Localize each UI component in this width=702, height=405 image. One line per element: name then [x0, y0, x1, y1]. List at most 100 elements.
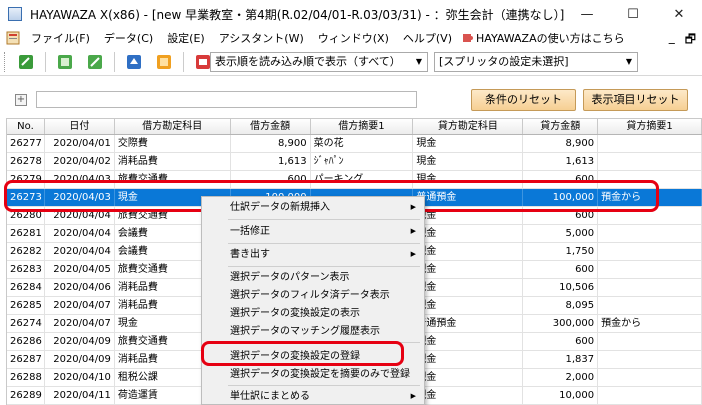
cell-debit-account: 消耗品費: [115, 153, 231, 170]
filter-input[interactable]: [36, 91, 417, 108]
cell-debit-summary: ｼﾞｬﾊﾟﾝ: [311, 153, 414, 170]
toolbar-grip: [4, 51, 7, 72]
upload-icon: [127, 54, 141, 69]
cell-credit-amount: 8,900: [523, 135, 599, 152]
ctx-filtered-view[interactable]: 選択データのフィルタ済データ表示: [202, 287, 424, 304]
menu-assistant[interactable]: アシスタント(W): [212, 30, 311, 46]
cell-credit-account: 現金: [413, 153, 524, 170]
highlight-register-conversion: [201, 341, 404, 366]
toolbar-button-upload[interactable]: [123, 51, 145, 73]
cell-credit-amount: 5,000: [523, 225, 599, 242]
cell-date: 2020/04/06: [45, 279, 115, 296]
cell-credit-amount: 1,613: [523, 153, 599, 170]
cell-no: 26278: [7, 153, 45, 170]
edit-icon: [88, 54, 102, 69]
cell-credit-summary: [598, 333, 702, 350]
close-button[interactable]: ✕: [656, 0, 702, 28]
cell-credit-amount: 300,000: [523, 315, 599, 332]
cell-no: 26286: [7, 333, 45, 350]
minimize-button[interactable]: —: [564, 0, 610, 28]
chevron-down-icon: ▼: [415, 57, 422, 66]
cell-debit-amount: 1,613: [231, 153, 311, 170]
reset-conditions-button[interactable]: 条件のリセット: [471, 89, 576, 111]
header-credit-summary[interactable]: 貸方摘要1: [598, 119, 702, 134]
cell-credit-account: 現金: [413, 351, 524, 368]
cell-date: 2020/04/01: [45, 135, 115, 152]
menu-howto[interactable]: HAYAWAZAの使い方はこちら: [473, 30, 632, 46]
splitter-value: [スプリッタの設定未選択]: [439, 55, 569, 68]
cell-credit-account: 現金: [413, 279, 524, 296]
cell-credit-amount: 1,837: [523, 351, 599, 368]
ctx-export-label: 書き出す: [230, 249, 270, 260]
table-row[interactable]: 26278 2020/04/02 消耗品費 1,613 ｼﾞｬﾊﾟﾝ 現金 1,613: [7, 153, 702, 171]
cell-no: 26281: [7, 225, 45, 242]
menu-help[interactable]: ヘルプ(V): [396, 30, 459, 46]
cell-credit-summary: [598, 369, 702, 386]
splitter-select[interactable]: [スプリッタの設定未選択] ▼: [434, 52, 638, 72]
table-row[interactable]: 26277 2020/04/01 交際費 8,900 菜の花 現金 8,900: [7, 135, 702, 153]
toolbar-button-note[interactable]: [153, 51, 175, 73]
cell-credit-summary: [598, 225, 702, 242]
menu-data[interactable]: データ(C): [97, 30, 160, 46]
header-date[interactable]: 日付: [45, 119, 115, 134]
ctx-merge-single[interactable]: 単仕訳にまとめる ▶: [202, 388, 424, 404]
note-icon: [157, 54, 171, 69]
chevron-down-icon: ▼: [625, 57, 632, 66]
menu-file[interactable]: ファイル(F): [24, 30, 97, 46]
title-bar: HAYAWAZA X(x86) - [new 早業教室・第4期(R.02/04/…: [0, 0, 702, 28]
ctx-conversion-view[interactable]: 選択データの変換設定の表示: [202, 305, 424, 322]
ctx-merge-single-label: 単仕訳にまとめる: [230, 391, 310, 402]
toolbar-button-import[interactable]: [15, 51, 37, 73]
menu-bar: ファイル(F) データ(C) 設定(E) アシスタント(W) ウィンドウ(X) …: [0, 28, 702, 48]
ctx-bulk-edit-label: 一括修正: [230, 226, 270, 237]
cell-credit-account: 現金: [413, 387, 524, 404]
submenu-arrow-icon: ▶: [410, 203, 416, 211]
cell-credit-amount: 600: [523, 261, 599, 278]
cell-credit-amount: 2,000: [523, 369, 599, 386]
ctx-insert-journal-label: 仕訳データの新規挿入: [230, 202, 330, 213]
ctx-matching-history[interactable]: 選択データのマッチング履歴表示: [202, 323, 424, 340]
window-title: HAYAWAZA X(x86) - [new 早業教室・第4期(R.02/04/…: [30, 7, 565, 22]
cell-date: 2020/04/02: [45, 153, 115, 170]
cell-no: 26282: [7, 243, 45, 260]
header-debit-account[interactable]: 借方勘定科目: [115, 119, 231, 134]
header-debit-amount[interactable]: 借方金額: [231, 119, 311, 134]
maximize-button[interactable]: ☐: [610, 0, 656, 28]
header-credit-account[interactable]: 貸方勘定科目: [413, 119, 524, 134]
toolbar-button-edit[interactable]: [84, 51, 106, 73]
sort-order-value: 表示順を読み込み順で表示（すべて）: [215, 55, 401, 68]
sort-order-select[interactable]: 表示順を読み込み順で表示（すべて） ▼: [210, 52, 428, 72]
sheet-icon: [58, 54, 72, 69]
header-debit-summary[interactable]: 借方摘要1: [311, 119, 414, 134]
app-icon: [8, 7, 22, 21]
ctx-bulk-edit[interactable]: 一括修正 ▶: [202, 223, 424, 240]
grid-header: No. 日付 借方勘定科目 借方金額 借方摘要1 貸方勘定科目 貸方金額 貸方摘…: [7, 119, 702, 135]
menu-settings[interactable]: 設定(E): [160, 30, 212, 46]
ctx-export[interactable]: 書き出す ▶: [202, 246, 424, 263]
reset-columns-button[interactable]: 表示項目リセット: [583, 89, 688, 111]
toolbar: 表示順を読み込み順で表示（すべて） ▼ [スプリッタの設定未選択] ▼: [0, 48, 702, 76]
cell-credit-amount: 10,000: [523, 387, 599, 404]
cell-credit-summary: [598, 261, 702, 278]
cell-credit-amount: 600: [523, 333, 599, 350]
cell-credit-account: 現金: [413, 225, 524, 242]
cell-no: 26287: [7, 351, 45, 368]
ctx-register-conversion-summary[interactable]: 選択データの変換設定を摘要のみで登録: [202, 366, 424, 383]
ctx-pattern-view[interactable]: 選択データのパターン表示: [202, 269, 424, 286]
ctx-insert-journal[interactable]: 仕訳データの新規挿入 ▶: [202, 199, 424, 216]
expand-filter-button[interactable]: +: [15, 94, 27, 106]
cell-date: 2020/04/09: [45, 351, 115, 368]
cell-debit-summary: 菜の花: [311, 135, 414, 152]
toolbar-button-sheet[interactable]: [54, 51, 76, 73]
cell-date: 2020/04/04: [45, 225, 115, 242]
cell-credit-summary: [598, 243, 702, 260]
cell-credit-summary: [598, 135, 702, 152]
header-credit-amount[interactable]: 貸方金額: [523, 119, 599, 134]
cell-credit-summary: [598, 297, 702, 314]
cell-no: 26277: [7, 135, 45, 152]
cell-no: 26274: [7, 315, 45, 332]
cell-date: 2020/04/09: [45, 333, 115, 350]
menu-window[interactable]: ウィンドウ(X): [311, 30, 396, 46]
header-no[interactable]: No.: [7, 119, 45, 134]
cell-credit-summary: [598, 279, 702, 296]
